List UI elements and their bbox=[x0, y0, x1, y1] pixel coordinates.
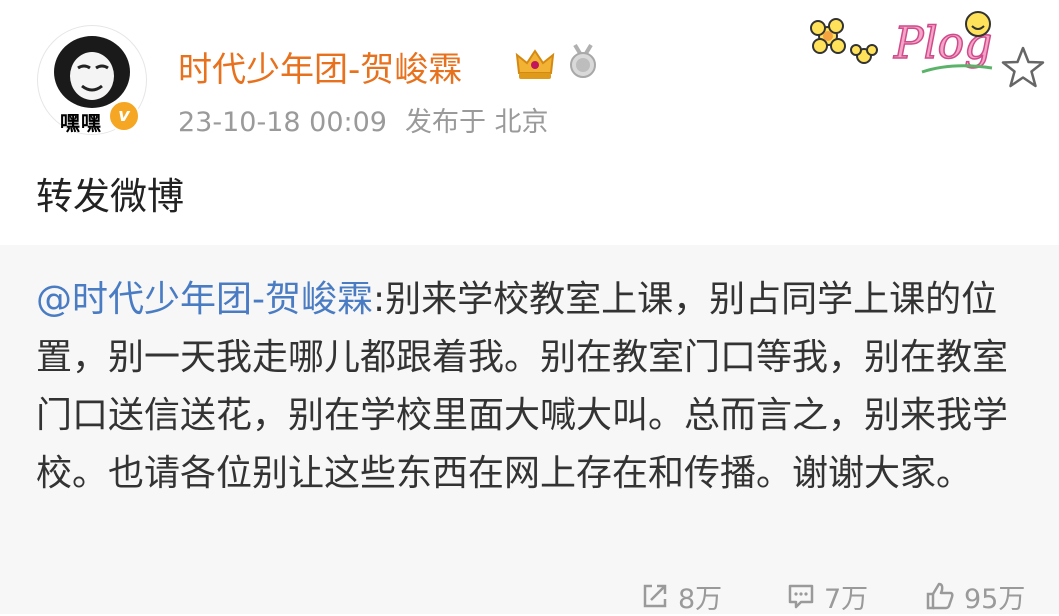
location: 发布于 北京 bbox=[404, 107, 549, 138]
repost-body: @时代少年团-贺峻霖:别来学校教室上课，别占同学上课的位置，别一天我走哪儿都跟着… bbox=[36, 271, 1036, 503]
timestamp: 23-10-18 00:09 bbox=[178, 107, 387, 138]
repost-count: 8万 bbox=[678, 583, 723, 615]
post-text: 转发微博 bbox=[36, 175, 184, 218]
post-meta: 23-10-18 00:09 发布于 北京 bbox=[178, 100, 549, 139]
comment-button[interactable]: 7万 bbox=[786, 578, 869, 615]
medal-badge-icon[interactable] bbox=[567, 43, 599, 79]
crown-badge-icon[interactable] bbox=[513, 45, 557, 81]
verified-badge-icon: v bbox=[108, 100, 140, 132]
share-icon bbox=[643, 584, 667, 608]
plog-sticker-icon: Plog bbox=[810, 11, 993, 74]
like-button[interactable]: 95万 bbox=[924, 578, 1026, 615]
repost-box[interactable]: @时代少年团-贺峻霖:别来学校教室上课，别占同学上课的位置，别一天我走哪儿都跟着… bbox=[0, 245, 1059, 614]
comment-icon bbox=[788, 584, 814, 609]
comment-count: 7万 bbox=[824, 583, 869, 615]
username[interactable]: 时代少年团-贺峻霖 bbox=[178, 42, 462, 91]
repost-button[interactable]: 8万 bbox=[640, 578, 723, 615]
thumbs-up-icon bbox=[926, 582, 954, 610]
avatar-caption: 嘿嘿 bbox=[60, 111, 102, 135]
star-icon[interactable] bbox=[1000, 45, 1046, 89]
mention-link[interactable]: @时代少年团-贺峻霖 bbox=[36, 279, 373, 320]
like-count: 95万 bbox=[964, 583, 1026, 615]
